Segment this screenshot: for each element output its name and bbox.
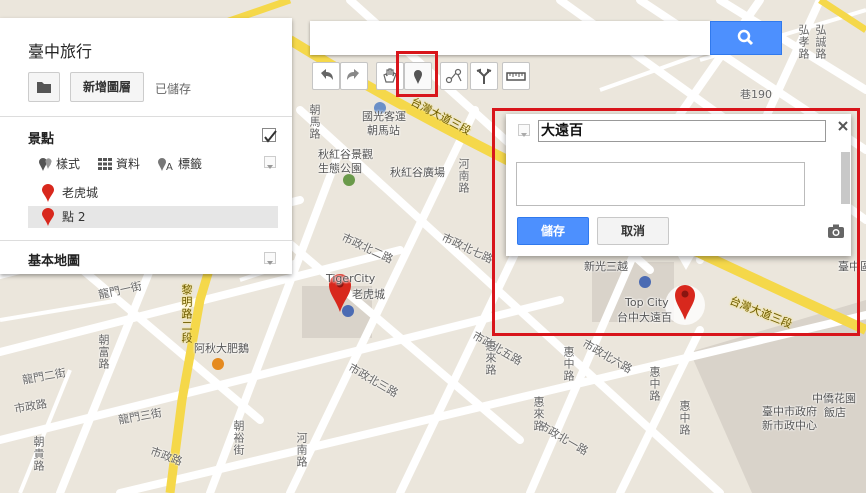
style-label: 樣式 bbox=[56, 157, 81, 171]
undo-icon bbox=[321, 69, 333, 80]
place-label: 點 2 bbox=[62, 210, 86, 224]
table-icon bbox=[98, 157, 112, 170]
road-label-hunan-2: 河南路 bbox=[295, 432, 308, 468]
open-folder-button[interactable] bbox=[28, 72, 60, 102]
redo-button[interactable] bbox=[340, 62, 368, 90]
draw-line-icon bbox=[445, 68, 462, 84]
place-label: 老虎城 bbox=[62, 186, 99, 200]
layer-options-dropdown[interactable] bbox=[264, 156, 276, 169]
shopping-icon-tigercity bbox=[342, 305, 354, 317]
search-icon bbox=[737, 29, 754, 46]
map-label-hotel-2: 飯店 bbox=[824, 406, 846, 419]
map-label-akiu: 阿秋大肥鵝 bbox=[194, 342, 249, 355]
ruler-button[interactable] bbox=[502, 62, 530, 90]
add-layer-button[interactable]: 新增圖層 bbox=[70, 72, 144, 102]
place-item-point-2[interactable]: 點 2 bbox=[28, 206, 278, 228]
map-panel: 臺中旅行 新增圖層 已儲存 景點 樣式 資料 A 標籤 老虎城 點 2 基本地圖 bbox=[0, 18, 292, 274]
road-label-huizhong-3: 惠中路 bbox=[678, 400, 691, 436]
red-marker-icon bbox=[42, 184, 54, 202]
ruler-icon bbox=[506, 72, 526, 81]
road-label-huilai-2: 惠來路 bbox=[532, 396, 545, 432]
style-tool[interactable]: 樣式 bbox=[38, 155, 80, 172]
road-label-liming: 黎明路二段 bbox=[180, 284, 193, 344]
road-label-chaogui: 朝貴路 bbox=[32, 436, 45, 472]
map-editor: 國光客運 朝馬站 秋紅谷景觀 生態公園 秋紅谷廣場 TigerCity 老虎城 … bbox=[0, 0, 866, 493]
data-tool[interactable]: 資料 bbox=[98, 155, 140, 172]
road-label-hongxiao: 弘孝路 bbox=[797, 24, 810, 60]
road-label-chaoma: 朝馬路 bbox=[308, 104, 321, 140]
folder-icon bbox=[37, 82, 51, 93]
road-label-chaoyu: 朝裕街 bbox=[232, 420, 245, 456]
data-label: 資料 bbox=[116, 157, 141, 171]
map-label-qiuhong-square: 秋紅谷廣場 bbox=[390, 166, 445, 179]
save-status: 已儲存 bbox=[155, 82, 192, 96]
restaurant-icon bbox=[212, 358, 224, 370]
chevron-down-icon bbox=[267, 261, 273, 265]
directions-icon bbox=[476, 68, 492, 84]
directions-button[interactable] bbox=[470, 62, 498, 90]
base-map-title[interactable]: 基本地圖 bbox=[28, 250, 80, 269]
info-window-highlight bbox=[492, 108, 860, 336]
map-label-tigercity: TigerCity bbox=[326, 272, 376, 285]
labels-label: 標籤 bbox=[178, 157, 203, 171]
layer-visibility-checkbox[interactable] bbox=[262, 128, 277, 143]
marker-tool-highlight bbox=[396, 51, 438, 97]
map-label-tigercity-zh: 老虎城 bbox=[352, 288, 385, 301]
style-icon bbox=[39, 157, 52, 171]
road-label-huizhong: 惠中路 bbox=[562, 346, 575, 382]
checkmark-icon bbox=[264, 130, 277, 143]
label-icon: A bbox=[158, 157, 173, 171]
map-label-city-gov-2: 新市政中心 bbox=[762, 419, 817, 432]
map-header-section: 臺中旅行 新增圖層 已儲存 bbox=[0, 18, 292, 117]
redo-icon bbox=[347, 69, 359, 80]
layer-title[interactable]: 景點 bbox=[28, 128, 54, 147]
road-label-hunan: 河南路 bbox=[457, 158, 470, 194]
map-label-chaoma: 朝馬站 bbox=[367, 124, 400, 137]
road-label-huizhong-2: 惠中路 bbox=[648, 366, 661, 402]
undo-button[interactable] bbox=[312, 62, 340, 90]
chevron-down-icon bbox=[267, 165, 273, 169]
svg-text:A: A bbox=[166, 162, 173, 171]
search-input[interactable] bbox=[310, 21, 710, 55]
search-button[interactable] bbox=[710, 21, 782, 55]
draw-line-button[interactable] bbox=[440, 62, 468, 90]
map-title[interactable]: 臺中旅行 bbox=[28, 38, 92, 62]
map-label-qiuhong-park-2: 生態公園 bbox=[318, 162, 362, 175]
labels-tool[interactable]: A 標籤 bbox=[158, 155, 202, 172]
road-label-hongcheng: 弘誠路 bbox=[814, 24, 827, 60]
place-item-tigercity[interactable]: 老虎城 bbox=[28, 182, 278, 204]
red-marker-icon bbox=[42, 208, 54, 226]
base-map-dropdown[interactable] bbox=[264, 252, 276, 265]
road-label-chaofu: 朝富路 bbox=[97, 334, 110, 370]
panel-divider bbox=[0, 240, 292, 241]
road-label-lane190: 巷190 bbox=[740, 88, 772, 101]
road-label-huilai: 惠來路 bbox=[484, 340, 497, 376]
